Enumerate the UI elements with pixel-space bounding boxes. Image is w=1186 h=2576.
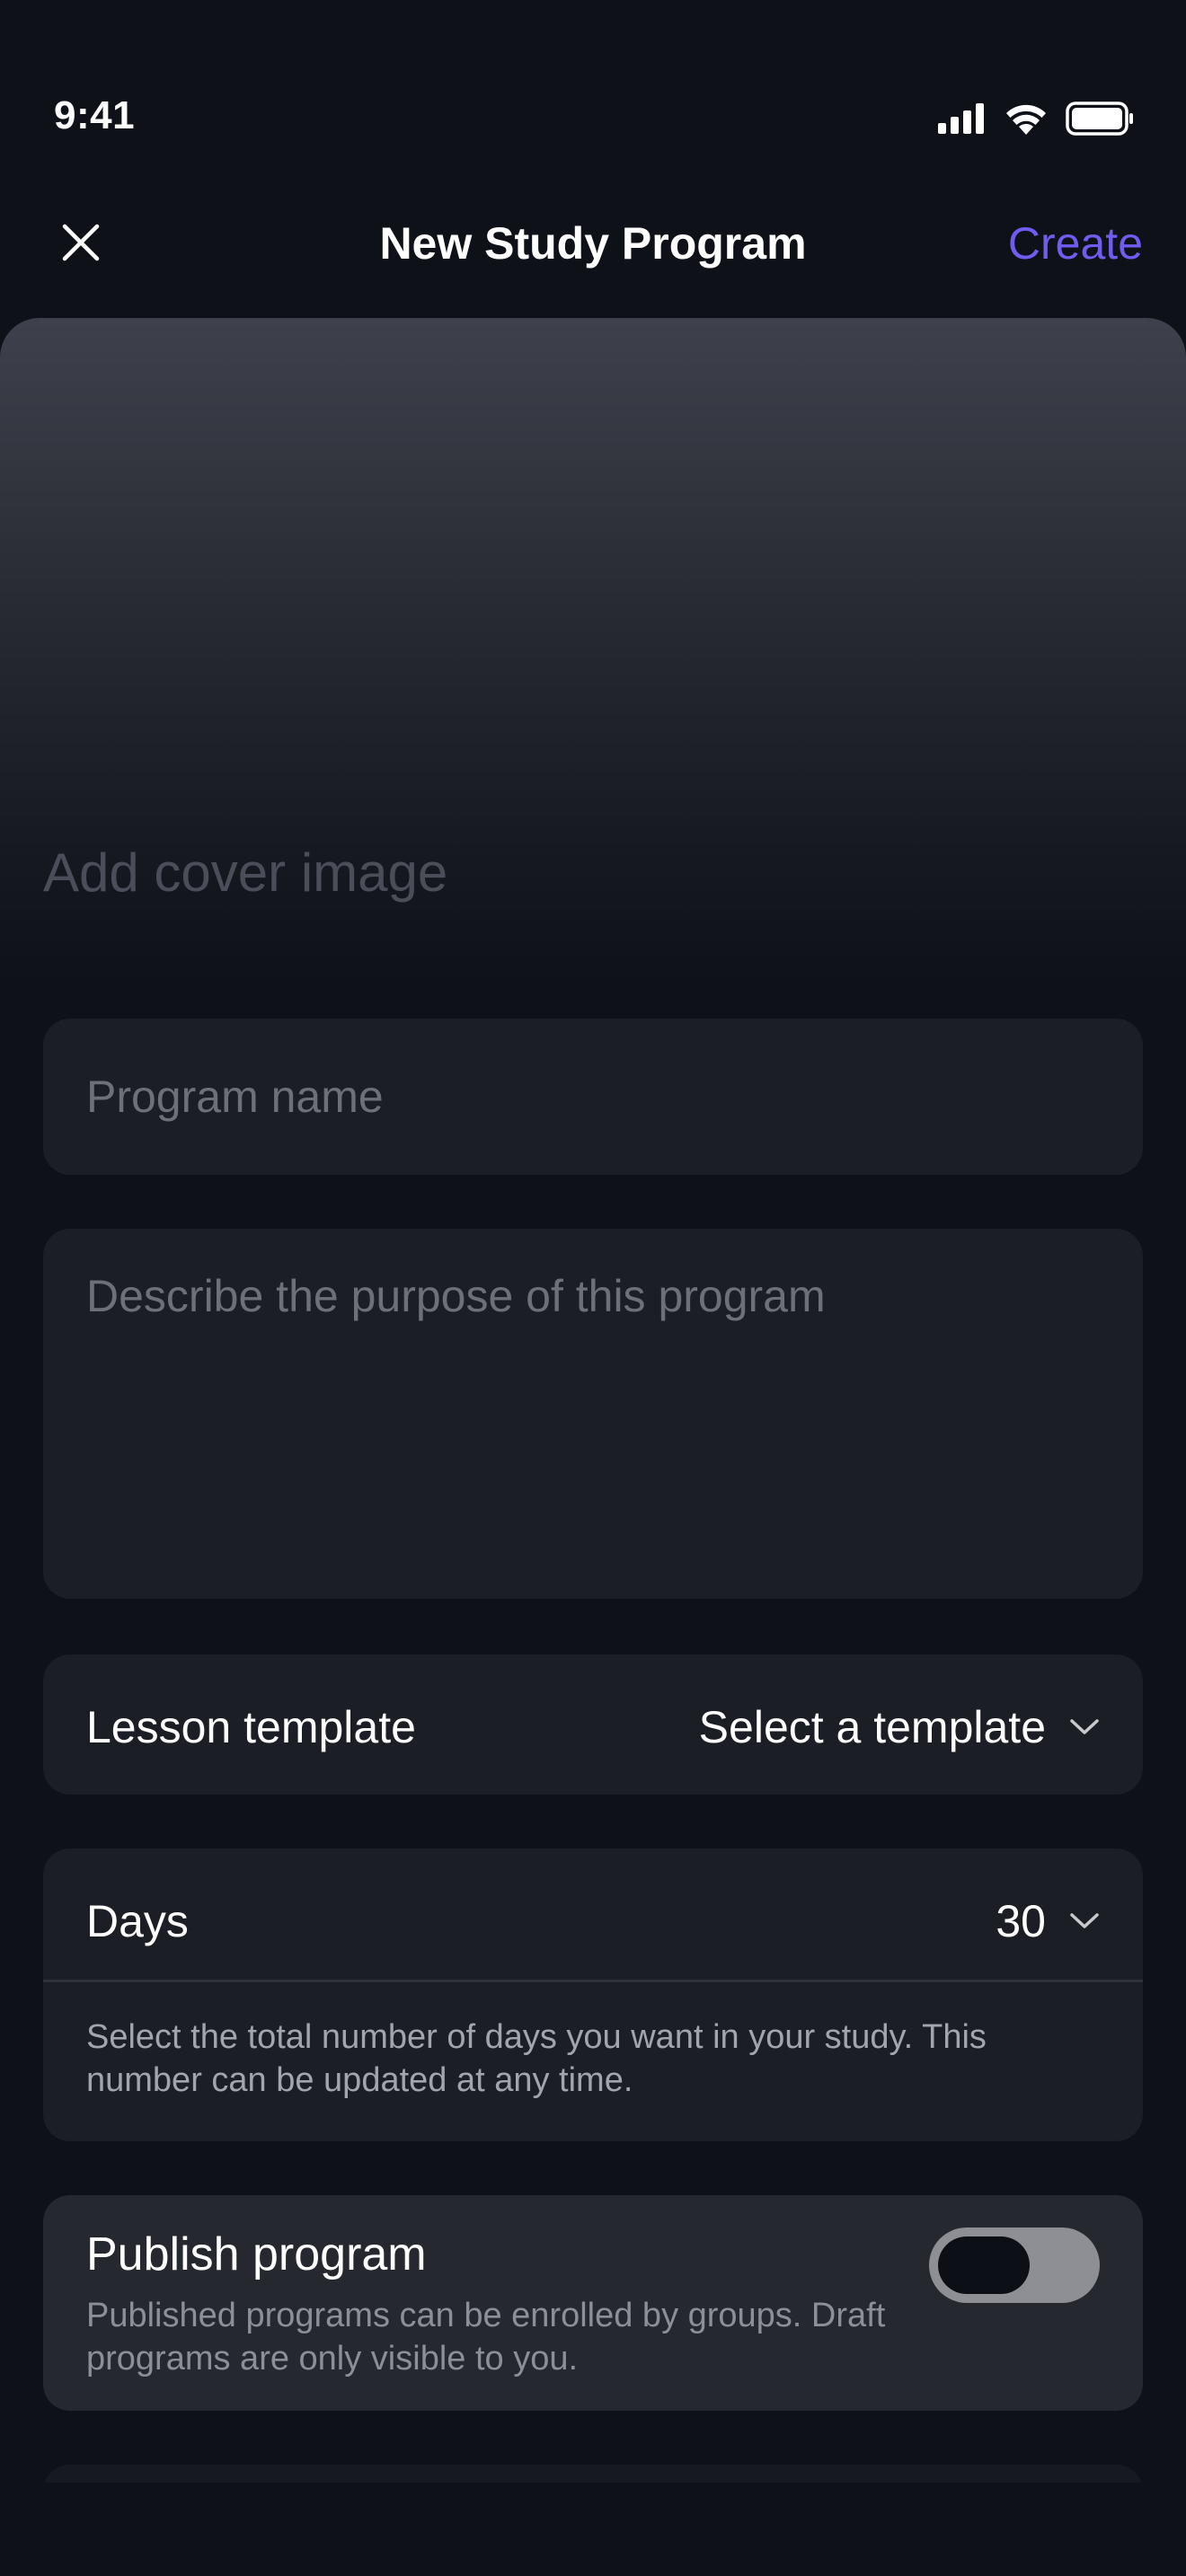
days-card: Days 30 Select the total number of days …	[43, 1848, 1143, 2141]
lesson-template-row[interactable]: Lesson template Select a template	[43, 1654, 1143, 1795]
create-button[interactable]: Create	[1008, 217, 1143, 269]
wifi-icon	[1006, 104, 1046, 135]
divider	[43, 1980, 1143, 1982]
cover-image-picker[interactable]: Add cover image	[0, 318, 1186, 983]
program-name-placeholder: Program name	[86, 1072, 384, 1122]
days-help-text: Select the total number of days you want…	[86, 2018, 987, 2099]
new-study-program-screen: 9:41 New Study Program Create Add cover …	[0, 0, 1186, 2576]
toggle-knob	[938, 2236, 1030, 2294]
status-time: 9:41	[54, 93, 136, 137]
days-label: Days	[86, 1896, 189, 1946]
chevron-down-icon	[1070, 1719, 1099, 1734]
status-bar: 9:41	[0, 0, 1186, 171]
publish-program-title: Publish program	[86, 2228, 427, 2280]
publish-program-help-text: Published programs can be enrolled by gr…	[86, 2297, 886, 2378]
bottom-area	[0, 2483, 1186, 2576]
publish-program-card: Publish program Published programs can b…	[43, 2195, 1143, 2411]
status-icons	[938, 99, 1134, 138]
program-description-placeholder: Describe the purpose of this program	[86, 1271, 826, 1321]
navigation-bar: New Study Program Create	[0, 198, 1186, 287]
lesson-template-label: Lesson template	[86, 1702, 416, 1752]
cellular-signal-icon	[938, 103, 984, 134]
lesson-template-select[interactable]: Select a template	[699, 1701, 1100, 1753]
lesson-template-value: Select a template	[698, 1702, 1046, 1752]
program-description-field[interactable]: Describe the purpose of this program	[43, 1229, 1143, 1599]
days-select[interactable]: 30	[996, 1895, 1100, 1947]
battery-icon	[1066, 101, 1133, 136]
publish-toggle[interactable]	[929, 2228, 1100, 2303]
cover-image-label: Add cover image	[43, 842, 448, 903]
days-value: 30	[996, 1896, 1046, 1946]
program-name-field[interactable]: Program name	[43, 1019, 1143, 1175]
chevron-down-icon	[1070, 1913, 1099, 1928]
